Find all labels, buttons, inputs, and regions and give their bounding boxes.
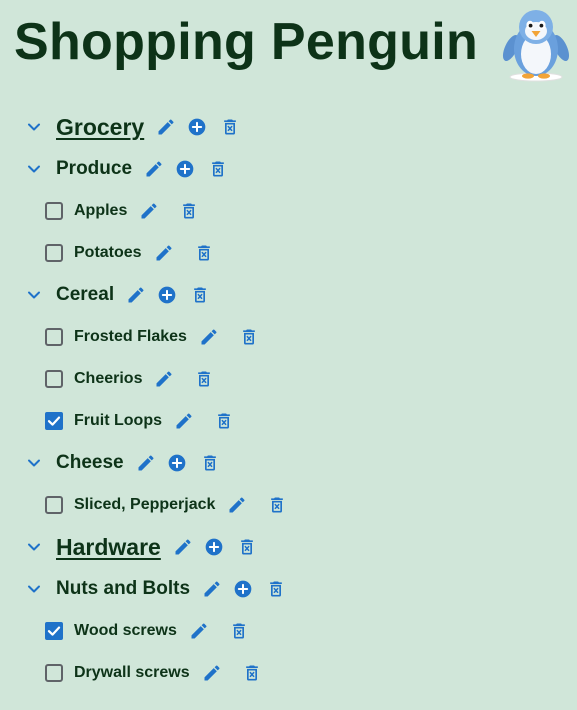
tree-row-nuts-and-bolts: Nuts and Bolts bbox=[26, 568, 287, 610]
tree-row-frosted-flakes: Frosted Flakes bbox=[45, 316, 260, 358]
pencil-icon[interactable] bbox=[226, 494, 248, 516]
trash-icon[interactable] bbox=[193, 368, 215, 390]
category-label-cereal[interactable]: Cereal bbox=[56, 284, 114, 306]
plus-circle-icon[interactable] bbox=[166, 452, 188, 474]
checkbox-unchecked-icon[interactable] bbox=[45, 664, 63, 682]
plus-circle-icon[interactable] bbox=[203, 536, 225, 558]
pencil-icon[interactable] bbox=[138, 200, 160, 222]
tree-row-fruit-loops: Fruit Loops bbox=[45, 400, 235, 442]
trash-icon[interactable] bbox=[219, 116, 241, 138]
trash-icon[interactable] bbox=[213, 410, 235, 432]
plus-circle-icon[interactable] bbox=[186, 116, 208, 138]
item-label-sliced-pepperjack[interactable]: Sliced, Pepperjack bbox=[74, 496, 215, 514]
pencil-icon[interactable] bbox=[172, 536, 194, 558]
checkbox-checked-icon[interactable] bbox=[45, 412, 63, 430]
chevron-down-icon[interactable] bbox=[26, 581, 42, 597]
item-label-wood-screws[interactable]: Wood screws bbox=[74, 622, 177, 640]
checkbox-checked-icon[interactable] bbox=[45, 622, 63, 640]
plus-circle-icon[interactable] bbox=[174, 158, 196, 180]
category-label-produce[interactable]: Produce bbox=[56, 158, 132, 180]
pencil-icon[interactable] bbox=[188, 620, 210, 642]
tree-row-drywall-screws: Drywall screws bbox=[45, 652, 263, 694]
chevron-down-icon[interactable] bbox=[26, 287, 42, 303]
pencil-icon[interactable] bbox=[125, 284, 147, 306]
trash-icon[interactable] bbox=[189, 284, 211, 306]
trash-icon[interactable] bbox=[207, 158, 229, 180]
chevron-down-icon[interactable] bbox=[26, 455, 42, 471]
tree-row-potatoes: Potatoes bbox=[45, 232, 215, 274]
trash-icon[interactable] bbox=[236, 536, 258, 558]
app-title: Shopping Penguin bbox=[14, 13, 479, 71]
chevron-down-icon[interactable] bbox=[26, 119, 42, 135]
trash-icon[interactable] bbox=[265, 578, 287, 600]
pencil-icon[interactable] bbox=[155, 116, 177, 138]
tree-row-cereal: Cereal bbox=[26, 274, 211, 316]
item-label-cheerios[interactable]: Cheerios bbox=[74, 370, 142, 388]
tree-row-sliced-pepperjack: Sliced, Pepperjack bbox=[45, 484, 288, 526]
checkbox-unchecked-icon[interactable] bbox=[45, 496, 63, 514]
item-label-potatoes[interactable]: Potatoes bbox=[74, 244, 142, 262]
checkbox-unchecked-icon[interactable] bbox=[45, 244, 63, 262]
tree-row-produce: Produce bbox=[26, 148, 229, 190]
pencil-icon[interactable] bbox=[153, 368, 175, 390]
chevron-down-icon[interactable] bbox=[26, 161, 42, 177]
tree-row-apples: Apples bbox=[45, 190, 200, 232]
item-label-fruit-loops[interactable]: Fruit Loops bbox=[74, 412, 162, 430]
tree-row-grocery: Grocery bbox=[26, 106, 241, 148]
tree-row-wood-screws: Wood screws bbox=[45, 610, 250, 652]
pencil-icon[interactable] bbox=[201, 578, 223, 600]
trash-icon[interactable] bbox=[228, 620, 250, 642]
plus-circle-icon[interactable] bbox=[232, 578, 254, 600]
trash-icon[interactable] bbox=[178, 200, 200, 222]
trash-icon[interactable] bbox=[199, 452, 221, 474]
plus-circle-icon[interactable] bbox=[156, 284, 178, 306]
penguin-icon bbox=[497, 6, 575, 84]
trash-icon[interactable] bbox=[266, 494, 288, 516]
pencil-icon[interactable] bbox=[135, 452, 157, 474]
category-label-grocery[interactable]: Grocery bbox=[56, 114, 144, 141]
tree-row-cheerios: Cheerios bbox=[45, 358, 215, 400]
category-label-cheese[interactable]: Cheese bbox=[56, 452, 124, 474]
category-label-hardware[interactable]: Hardware bbox=[56, 534, 161, 561]
checkbox-unchecked-icon[interactable] bbox=[45, 328, 63, 346]
pencil-icon[interactable] bbox=[153, 242, 175, 264]
pencil-icon[interactable] bbox=[201, 662, 223, 684]
checkbox-unchecked-icon[interactable] bbox=[45, 202, 63, 220]
chevron-down-icon[interactable] bbox=[26, 539, 42, 555]
item-label-frosted-flakes[interactable]: Frosted Flakes bbox=[74, 328, 187, 346]
checkbox-unchecked-icon[interactable] bbox=[45, 370, 63, 388]
pencil-icon[interactable] bbox=[198, 326, 220, 348]
category-label-nuts-and-bolts[interactable]: Nuts and Bolts bbox=[56, 578, 190, 600]
trash-icon[interactable] bbox=[241, 662, 263, 684]
trash-icon[interactable] bbox=[238, 326, 260, 348]
pencil-icon[interactable] bbox=[143, 158, 165, 180]
pencil-icon[interactable] bbox=[173, 410, 195, 432]
tree-row-hardware: Hardware bbox=[26, 526, 258, 568]
trash-icon[interactable] bbox=[193, 242, 215, 264]
item-label-drywall-screws[interactable]: Drywall screws bbox=[74, 664, 190, 682]
item-label-apples[interactable]: Apples bbox=[74, 202, 127, 220]
tree-row-cheese: Cheese bbox=[26, 442, 221, 484]
